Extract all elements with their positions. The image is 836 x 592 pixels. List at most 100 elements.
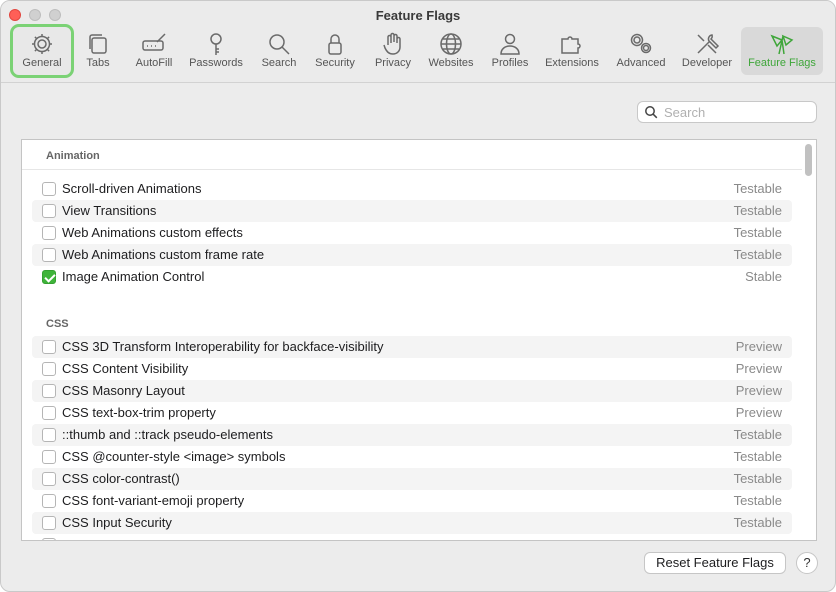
flag-checkbox[interactable] — [42, 406, 56, 420]
flag-checkbox[interactable] — [42, 182, 56, 196]
tab-feature-flags[interactable]: Feature Flags — [741, 27, 823, 75]
flag-checkbox-checked[interactable] — [42, 270, 56, 284]
flag-checkbox[interactable] — [42, 204, 56, 218]
person-icon — [487, 27, 533, 57]
flag-name: Image Animation Control — [62, 269, 205, 284]
flag-row-partial[interactable] — [32, 534, 792, 540]
flag-checkbox[interactable] — [42, 472, 56, 486]
flag-row[interactable]: Web Animations custom frame rate Testabl… — [32, 244, 792, 266]
flag-name: View Transitions — [62, 203, 157, 218]
search-field[interactable] — [637, 101, 817, 123]
tab-extensions-label: Extensions — [545, 57, 599, 69]
tab-advanced[interactable]: Advanced — [613, 27, 669, 75]
tab-profiles-label: Profiles — [491, 57, 529, 69]
tab-general-label: General — [22, 57, 62, 69]
section-header-css: CSS — [46, 318, 69, 330]
autofill-icon — [131, 27, 177, 57]
tab-profiles[interactable]: Profiles — [487, 27, 533, 75]
hand-icon — [371, 27, 415, 57]
flag-status: Testable — [733, 493, 782, 508]
search-icon — [259, 27, 299, 57]
flag-checkbox[interactable] — [42, 248, 56, 262]
search-input[interactable] — [664, 104, 812, 120]
flags-icon — [741, 27, 823, 57]
flag-checkbox[interactable] — [42, 384, 56, 398]
flag-checkbox[interactable] — [42, 340, 56, 354]
flag-checkbox[interactable] — [42, 362, 56, 376]
flag-checkbox[interactable] — [42, 516, 56, 530]
flag-status: Stable — [745, 269, 782, 284]
flag-name: CSS Input Security — [62, 515, 172, 530]
flag-status: Preview — [735, 383, 782, 398]
key-icon — [185, 27, 247, 57]
flag-row[interactable]: View Transitions Testable — [32, 200, 792, 222]
flag-name: Scroll-driven Animations — [62, 181, 202, 196]
flag-status: Testable — [733, 225, 782, 240]
flag-checkbox[interactable] — [42, 428, 56, 442]
tab-autofill[interactable]: AutoFill — [131, 27, 177, 75]
scroll-thumb[interactable] — [805, 144, 812, 176]
flag-status: Testable — [733, 471, 782, 486]
tab-general[interactable]: General — [10, 24, 74, 78]
tab-websites-label: Websites — [428, 57, 474, 69]
flag-checkbox[interactable] — [42, 538, 56, 540]
flag-name: Web Animations custom frame rate — [62, 247, 265, 262]
flag-checkbox[interactable] — [42, 226, 56, 240]
flag-status: Testable — [733, 449, 782, 464]
flag-status: Testable — [733, 181, 782, 196]
flag-name: CSS @counter-style <image> symbols — [62, 449, 286, 464]
flag-row[interactable]: CSS Content Visibility Preview — [32, 358, 792, 380]
window-title: Feature Flags — [375, 8, 461, 23]
list-scrollbar[interactable] — [804, 142, 814, 538]
tab-search-label: Search — [261, 57, 297, 69]
preferences-window: Feature Flags General Tabs AutoFill Pass… — [0, 0, 836, 592]
flag-status: Testable — [733, 203, 782, 218]
flag-row[interactable]: ::thumb and ::track pseudo-elements Test… — [32, 424, 792, 446]
puzzle-icon — [541, 27, 603, 57]
flag-status: Testable — [733, 515, 782, 530]
flag-row[interactable]: Scroll-driven Animations Testable — [32, 178, 792, 200]
flag-name: CSS Content Visibility — [62, 361, 189, 376]
flag-status: Preview — [735, 405, 782, 420]
tab-privacy[interactable]: Privacy — [371, 27, 415, 75]
tab-passwords[interactable]: Passwords — [185, 27, 247, 75]
tab-search[interactable]: Search — [259, 27, 299, 75]
tab-extensions[interactable]: Extensions — [541, 27, 603, 75]
section-header-animation: Animation — [22, 142, 802, 170]
flag-row[interactable]: CSS Masonry Layout Preview — [32, 380, 792, 402]
flag-name: CSS 3D Transform Interoperability for ba… — [62, 339, 384, 354]
flag-row[interactable]: CSS color-contrast() Testable — [32, 468, 792, 490]
flag-row[interactable]: Web Animations custom effects Testable — [32, 222, 792, 244]
tab-security[interactable]: Security — [311, 27, 359, 75]
flag-name: CSS Masonry Layout — [62, 383, 185, 398]
flag-row[interactable]: CSS 3D Transform Interoperability for ba… — [32, 336, 792, 358]
flag-name: CSS font-variant-emoji property — [62, 493, 245, 508]
lock-icon — [311, 27, 359, 57]
flag-row[interactable]: CSS font-variant-emoji property Testable — [32, 490, 792, 512]
flag-row[interactable]: Image Animation Control Stable — [32, 266, 792, 288]
tab-passwords-label: Passwords — [189, 57, 243, 69]
tab-tabs[interactable]: Tabs — [79, 27, 117, 75]
flag-row[interactable]: CSS Input Security Testable — [32, 512, 792, 534]
flag-row[interactable]: CSS text-box-trim property Preview — [32, 402, 792, 424]
flag-checkbox[interactable] — [42, 494, 56, 508]
tab-security-label: Security — [315, 57, 355, 69]
search-icon — [645, 106, 658, 119]
tab-developer[interactable]: Developer — [677, 27, 737, 75]
help-button[interactable]: ? — [796, 552, 818, 574]
feature-flags-list[interactable]: Animation Scroll-driven Animations Testa… — [21, 139, 817, 541]
flag-row[interactable]: CSS @counter-style <image> symbols Testa… — [32, 446, 792, 468]
gear-icon — [13, 27, 71, 57]
reset-feature-flags-button[interactable]: Reset Feature Flags — [644, 552, 786, 574]
tabs-icon — [79, 27, 117, 57]
flag-checkbox[interactable] — [42, 450, 56, 464]
title-bar: Feature Flags General Tabs AutoFill Pass… — [1, 1, 835, 83]
gears-icon — [613, 27, 669, 57]
tab-advanced-label: Advanced — [616, 57, 666, 69]
flag-status: Testable — [733, 427, 782, 442]
tab-websites[interactable]: Websites — [425, 27, 477, 75]
flag-status: Preview — [735, 361, 782, 376]
tab-autofill-label: AutoFill — [135, 57, 173, 69]
tools-icon — [677, 27, 737, 57]
flag-name: ::thumb and ::track pseudo-elements — [62, 427, 274, 442]
